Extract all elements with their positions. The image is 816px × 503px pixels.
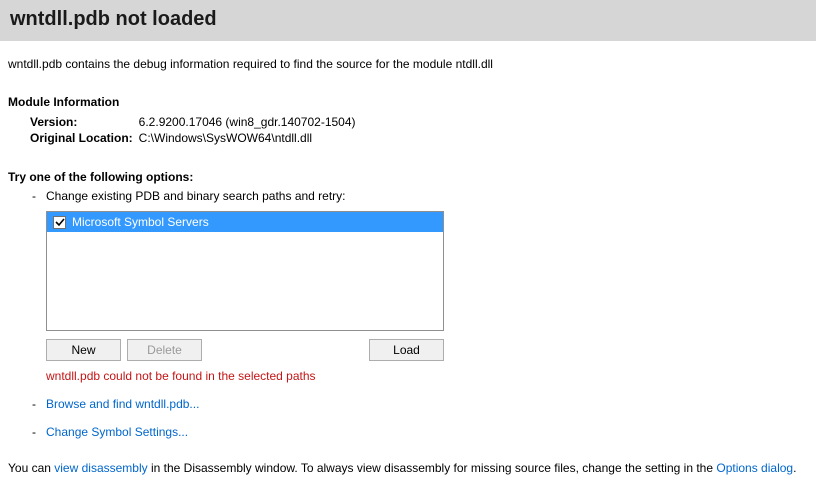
options-list: Change existing PDB and binary search pa…	[32, 189, 808, 439]
footer-middle: in the Disassembly window. To always vie…	[148, 461, 717, 475]
option-settings: Change Symbol Settings...	[32, 425, 808, 439]
option-browse: Browse and find wntdll.pdb...	[32, 397, 808, 411]
view-disassembly-link[interactable]: view disassembly	[54, 461, 147, 475]
symbol-server-checkbox[interactable]	[53, 216, 66, 229]
option-change-paths: Change existing PDB and binary search pa…	[32, 189, 808, 383]
browse-link[interactable]: Browse and find wntdll.pdb...	[46, 397, 199, 411]
module-row-location: Original Location: C:\Windows\SysWOW64\n…	[30, 130, 362, 146]
module-version-label: Version:	[30, 114, 139, 130]
footer-text: You can view disassembly in the Disassem…	[0, 453, 816, 483]
page-title: wntdll.pdb not loaded	[10, 8, 806, 31]
new-button[interactable]: New	[46, 339, 121, 361]
symbol-buttons-row: New Delete Load	[46, 339, 444, 361]
module-version-value: 6.2.9200.17046 (win8_gdr.140702-1504)	[139, 114, 362, 130]
options-dialog-link[interactable]: Options dialog	[716, 461, 793, 475]
button-spacer	[208, 339, 363, 361]
module-row-version: Version: 6.2.9200.17046 (win8_gdr.140702…	[30, 114, 362, 130]
settings-link[interactable]: Change Symbol Settings...	[46, 425, 188, 439]
module-location-value: C:\Windows\SysWOW64\ntdll.dll	[139, 130, 362, 146]
checkmark-icon	[55, 217, 65, 227]
module-info-section: Module Information Version: 6.2.9200.170…	[8, 95, 808, 146]
module-location-label: Original Location:	[30, 130, 139, 146]
options-heading: Try one of the following options:	[8, 170, 808, 184]
content-area: wntdll.pdb contains the debug informatio…	[0, 41, 816, 453]
error-message: wntdll.pdb could not be found in the sel…	[46, 369, 808, 383]
footer-prefix: You can	[8, 461, 54, 475]
load-button[interactable]: Load	[369, 339, 444, 361]
delete-button: Delete	[127, 339, 202, 361]
footer-suffix: .	[793, 461, 796, 475]
symbol-server-listbox[interactable]: Microsoft Symbol Servers	[46, 211, 444, 331]
symbol-server-label: Microsoft Symbol Servers	[72, 215, 209, 229]
symbol-server-item[interactable]: Microsoft Symbol Servers	[47, 212, 443, 232]
module-info-table: Version: 6.2.9200.17046 (win8_gdr.140702…	[30, 114, 362, 146]
intro-text: wntdll.pdb contains the debug informatio…	[8, 57, 808, 71]
module-info-heading: Module Information	[8, 95, 808, 109]
header-bar: wntdll.pdb not loaded	[0, 0, 816, 41]
option-change-paths-label: Change existing PDB and binary search pa…	[46, 189, 346, 203]
